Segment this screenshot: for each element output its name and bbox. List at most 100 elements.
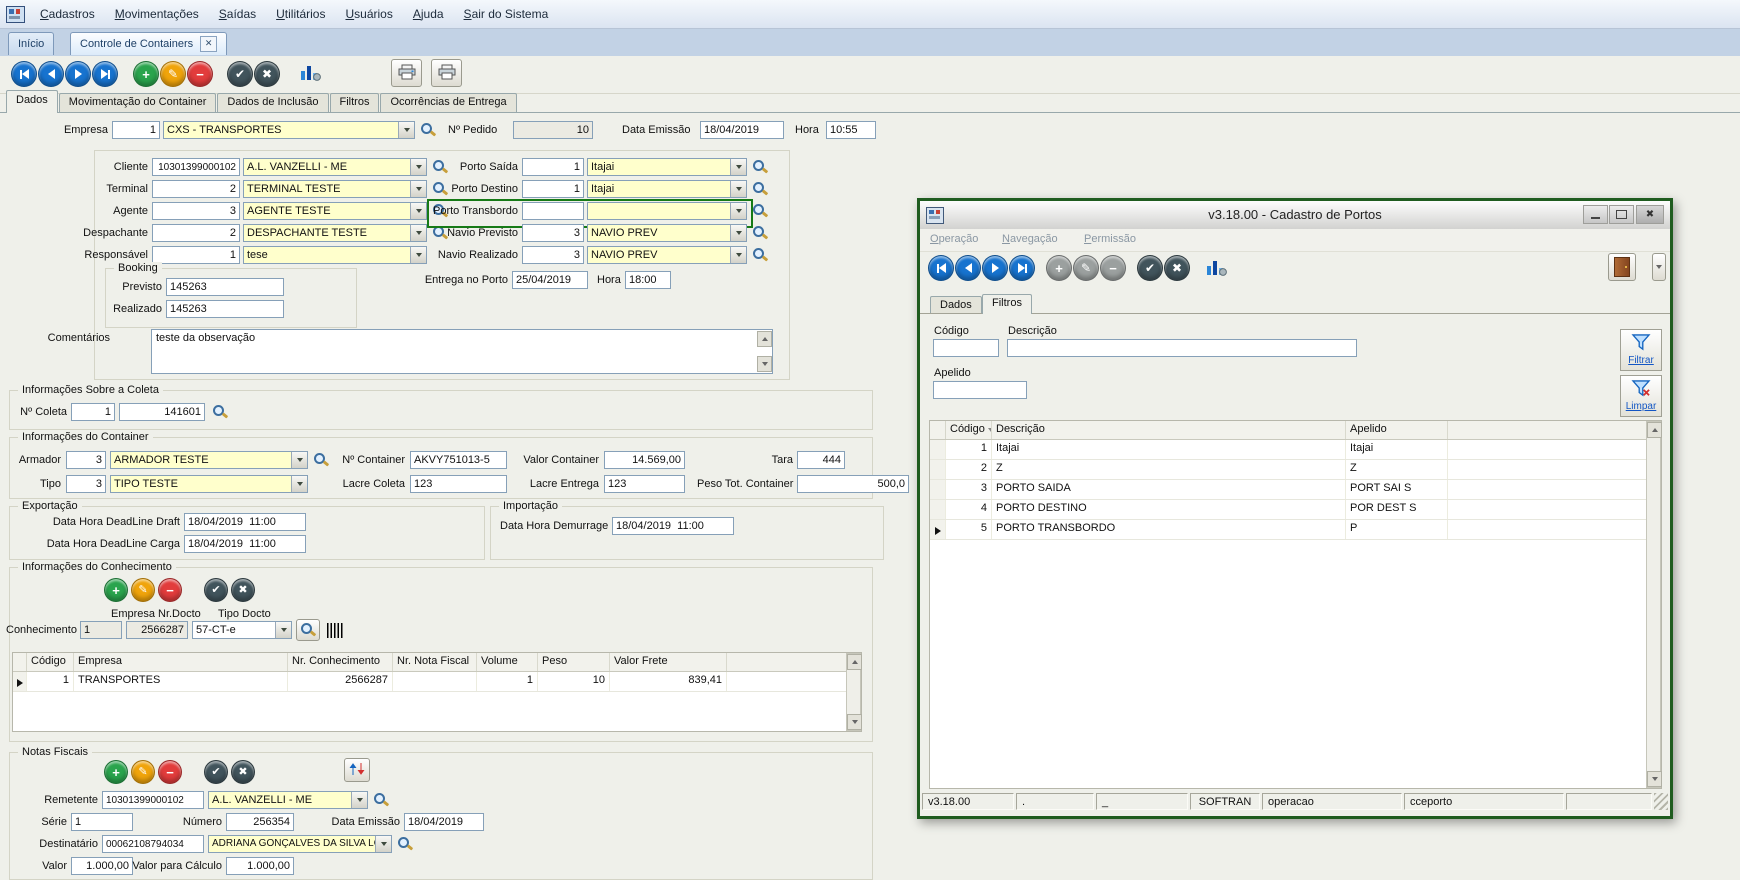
porto-saida-code-input[interactable] <box>522 158 584 176</box>
limpar-button[interactable]: Limpar <box>1620 375 1662 417</box>
delete-button[interactable]: − <box>187 61 213 87</box>
tab-dados[interactable]: Dados <box>6 90 58 113</box>
conhecimento-confirm-button[interactable]: ✔ <box>204 578 228 602</box>
header-apelido[interactable]: Apelido <box>1346 421 1448 439</box>
dialog-cancel-button[interactable]: ✖ <box>1164 255 1190 281</box>
conhecimento-add-button[interactable]: + <box>104 578 128 602</box>
cancel-button[interactable]: ✖ <box>254 61 280 87</box>
search-icon[interactable] <box>313 452 329 468</box>
lacre-entrega-input[interactable] <box>604 475 685 493</box>
notas-confirm-button[interactable]: ✔ <box>204 760 228 784</box>
menu-item-utilitarios[interactable]: Utilitários <box>266 3 335 25</box>
tipo-docto-combo[interactable]: 57-CT-e <box>192 621 292 639</box>
tab-dados-de-inclusao[interactable]: Dados de Inclusão <box>217 93 328 112</box>
conhecimento-cancel-button[interactable]: ✖ <box>231 578 255 602</box>
exit-button[interactable] <box>1608 253 1636 281</box>
chevron-down-icon[interactable] <box>730 203 746 219</box>
valor-calculo-input[interactable] <box>226 857 294 875</box>
grid-scrollbar[interactable] <box>1646 421 1661 788</box>
menu-item-saidas[interactable]: Saídas <box>209 3 266 25</box>
scroll-down-icon[interactable] <box>847 714 862 730</box>
deadline-carga-input[interactable] <box>184 535 306 553</box>
resize-grip[interactable] <box>1654 793 1668 810</box>
dialog-apelido-input[interactable] <box>933 381 1027 399</box>
table-row[interactable]: 2 Z Z <box>930 460 1661 480</box>
porto-transbordo-combo[interactable] <box>587 202 747 220</box>
booking-realizado-input[interactable] <box>166 300 284 318</box>
porto-saida-combo[interactable]: Itajai <box>587 158 747 176</box>
chevron-down-icon[interactable] <box>351 792 367 808</box>
dialog-tab-dados[interactable]: Dados <box>930 296 982 313</box>
header-codigo[interactable]: Código <box>946 421 992 439</box>
hora-input[interactable] <box>826 121 876 139</box>
print-button[interactable] <box>391 59 422 87</box>
header-peso[interactable]: Peso <box>538 653 610 671</box>
dialog-codigo-input[interactable] <box>933 339 999 357</box>
add-button[interactable]: + <box>133 61 159 87</box>
dialog-delete-button[interactable]: − <box>1100 255 1126 281</box>
chart-icon[interactable] <box>1206 257 1228 280</box>
notas-cancel-button[interactable]: ✖ <box>231 760 255 784</box>
coleta-num-input[interactable] <box>71 403 115 421</box>
valor-container-input[interactable] <box>604 451 685 469</box>
dialog-menu-operacao[interactable]: Operação <box>930 233 978 245</box>
header-nr-nota-fiscal[interactable]: Nr. Nota Fiscal <box>393 653 477 671</box>
tipo-combo[interactable]: TIPO TESTE <box>110 475 308 493</box>
chevron-down-icon[interactable] <box>291 452 307 468</box>
filtrar-button[interactable]: Filtrar <box>1620 329 1662 371</box>
dialog-first-record-button[interactable] <box>928 255 954 281</box>
tab-inicio[interactable]: Início <box>8 32 54 55</box>
dialog-confirm-button[interactable]: ✔ <box>1137 255 1163 281</box>
dialog-titlebar[interactable]: v3.18.00 - Cadastro de Portos ✖ <box>920 201 1670 230</box>
chevron-down-icon[interactable] <box>291 476 307 492</box>
table-row[interactable]: 1 TRANSPORTES 2566287 1 10 839,41 <box>13 672 861 692</box>
deadline-draft-input[interactable] <box>184 513 306 531</box>
search-icon[interactable] <box>752 247 768 263</box>
dialog-previous-record-button[interactable] <box>955 255 981 281</box>
n-container-input[interactable] <box>410 451 507 469</box>
last-record-button[interactable] <box>92 61 118 87</box>
close-tab-icon[interactable]: ✕ <box>200 36 217 52</box>
next-record-button[interactable] <box>65 61 91 87</box>
header-volume[interactable]: Volume <box>477 653 538 671</box>
toolbar-more-chevron[interactable] <box>1652 253 1666 281</box>
dialog-next-record-button[interactable] <box>982 255 1008 281</box>
table-row[interactable]: 5 PORTO TRANSBORDO P <box>930 520 1661 540</box>
conhecimento-edit-button[interactable]: ✎ <box>131 578 155 602</box>
booking-previsto-input[interactable] <box>166 278 284 296</box>
despachante-code-input[interactable] <box>152 224 240 242</box>
maximize-button[interactable] <box>1609 205 1634 224</box>
lacre-coleta-input[interactable] <box>410 475 507 493</box>
armador-code-input[interactable] <box>66 451 106 469</box>
header-descricao[interactable]: Descrição <box>992 421 1346 439</box>
scroll-down-icon[interactable] <box>757 356 772 372</box>
tab-ocorrencias-de-entrega[interactable]: Ocorrências de Entrega <box>380 93 516 112</box>
demurrage-input[interactable] <box>612 517 734 535</box>
search-icon[interactable] <box>752 203 768 219</box>
comentarios-memo[interactable]: teste da observação <box>151 329 773 374</box>
search-icon[interactable] <box>397 836 413 852</box>
responsavel-code-input[interactable] <box>152 246 240 264</box>
porto-transbordo-code-input[interactable] <box>522 202 584 220</box>
menu-item-cadastros[interactable]: Cadastros <box>30 3 105 25</box>
tara-input[interactable] <box>797 451 845 469</box>
remetente-code-input[interactable] <box>102 791 204 809</box>
previous-record-button[interactable] <box>38 61 64 87</box>
entrega-hora-input[interactable] <box>625 271 671 289</box>
header-empresa[interactable]: Empresa <box>74 653 288 671</box>
table-row[interactable]: 1 Itajai Itajai <box>930 440 1661 460</box>
scroll-up-icon[interactable] <box>1647 422 1662 438</box>
header-nr-conhecimento[interactable]: Nr. Conhecimento <box>288 653 393 671</box>
destinatario-code-input[interactable] <box>102 835 204 853</box>
data-emissao-input[interactable] <box>700 121 784 139</box>
menu-item-sair[interactable]: Sair do Sistema <box>454 3 559 25</box>
grid-scrollbar[interactable] <box>846 653 861 731</box>
chevron-down-icon[interactable] <box>398 122 414 138</box>
notas-edit-button[interactable]: ✎ <box>131 760 155 784</box>
entrega-data-input[interactable] <box>512 271 588 289</box>
header-valor-frete[interactable]: Valor Frete <box>610 653 727 671</box>
search-icon[interactable] <box>752 225 768 241</box>
dialog-add-button[interactable]: + <box>1046 255 1072 281</box>
chevron-down-icon[interactable] <box>275 622 291 638</box>
tab-controle-de-containers[interactable]: Controle de Containers ✕ <box>70 32 227 55</box>
